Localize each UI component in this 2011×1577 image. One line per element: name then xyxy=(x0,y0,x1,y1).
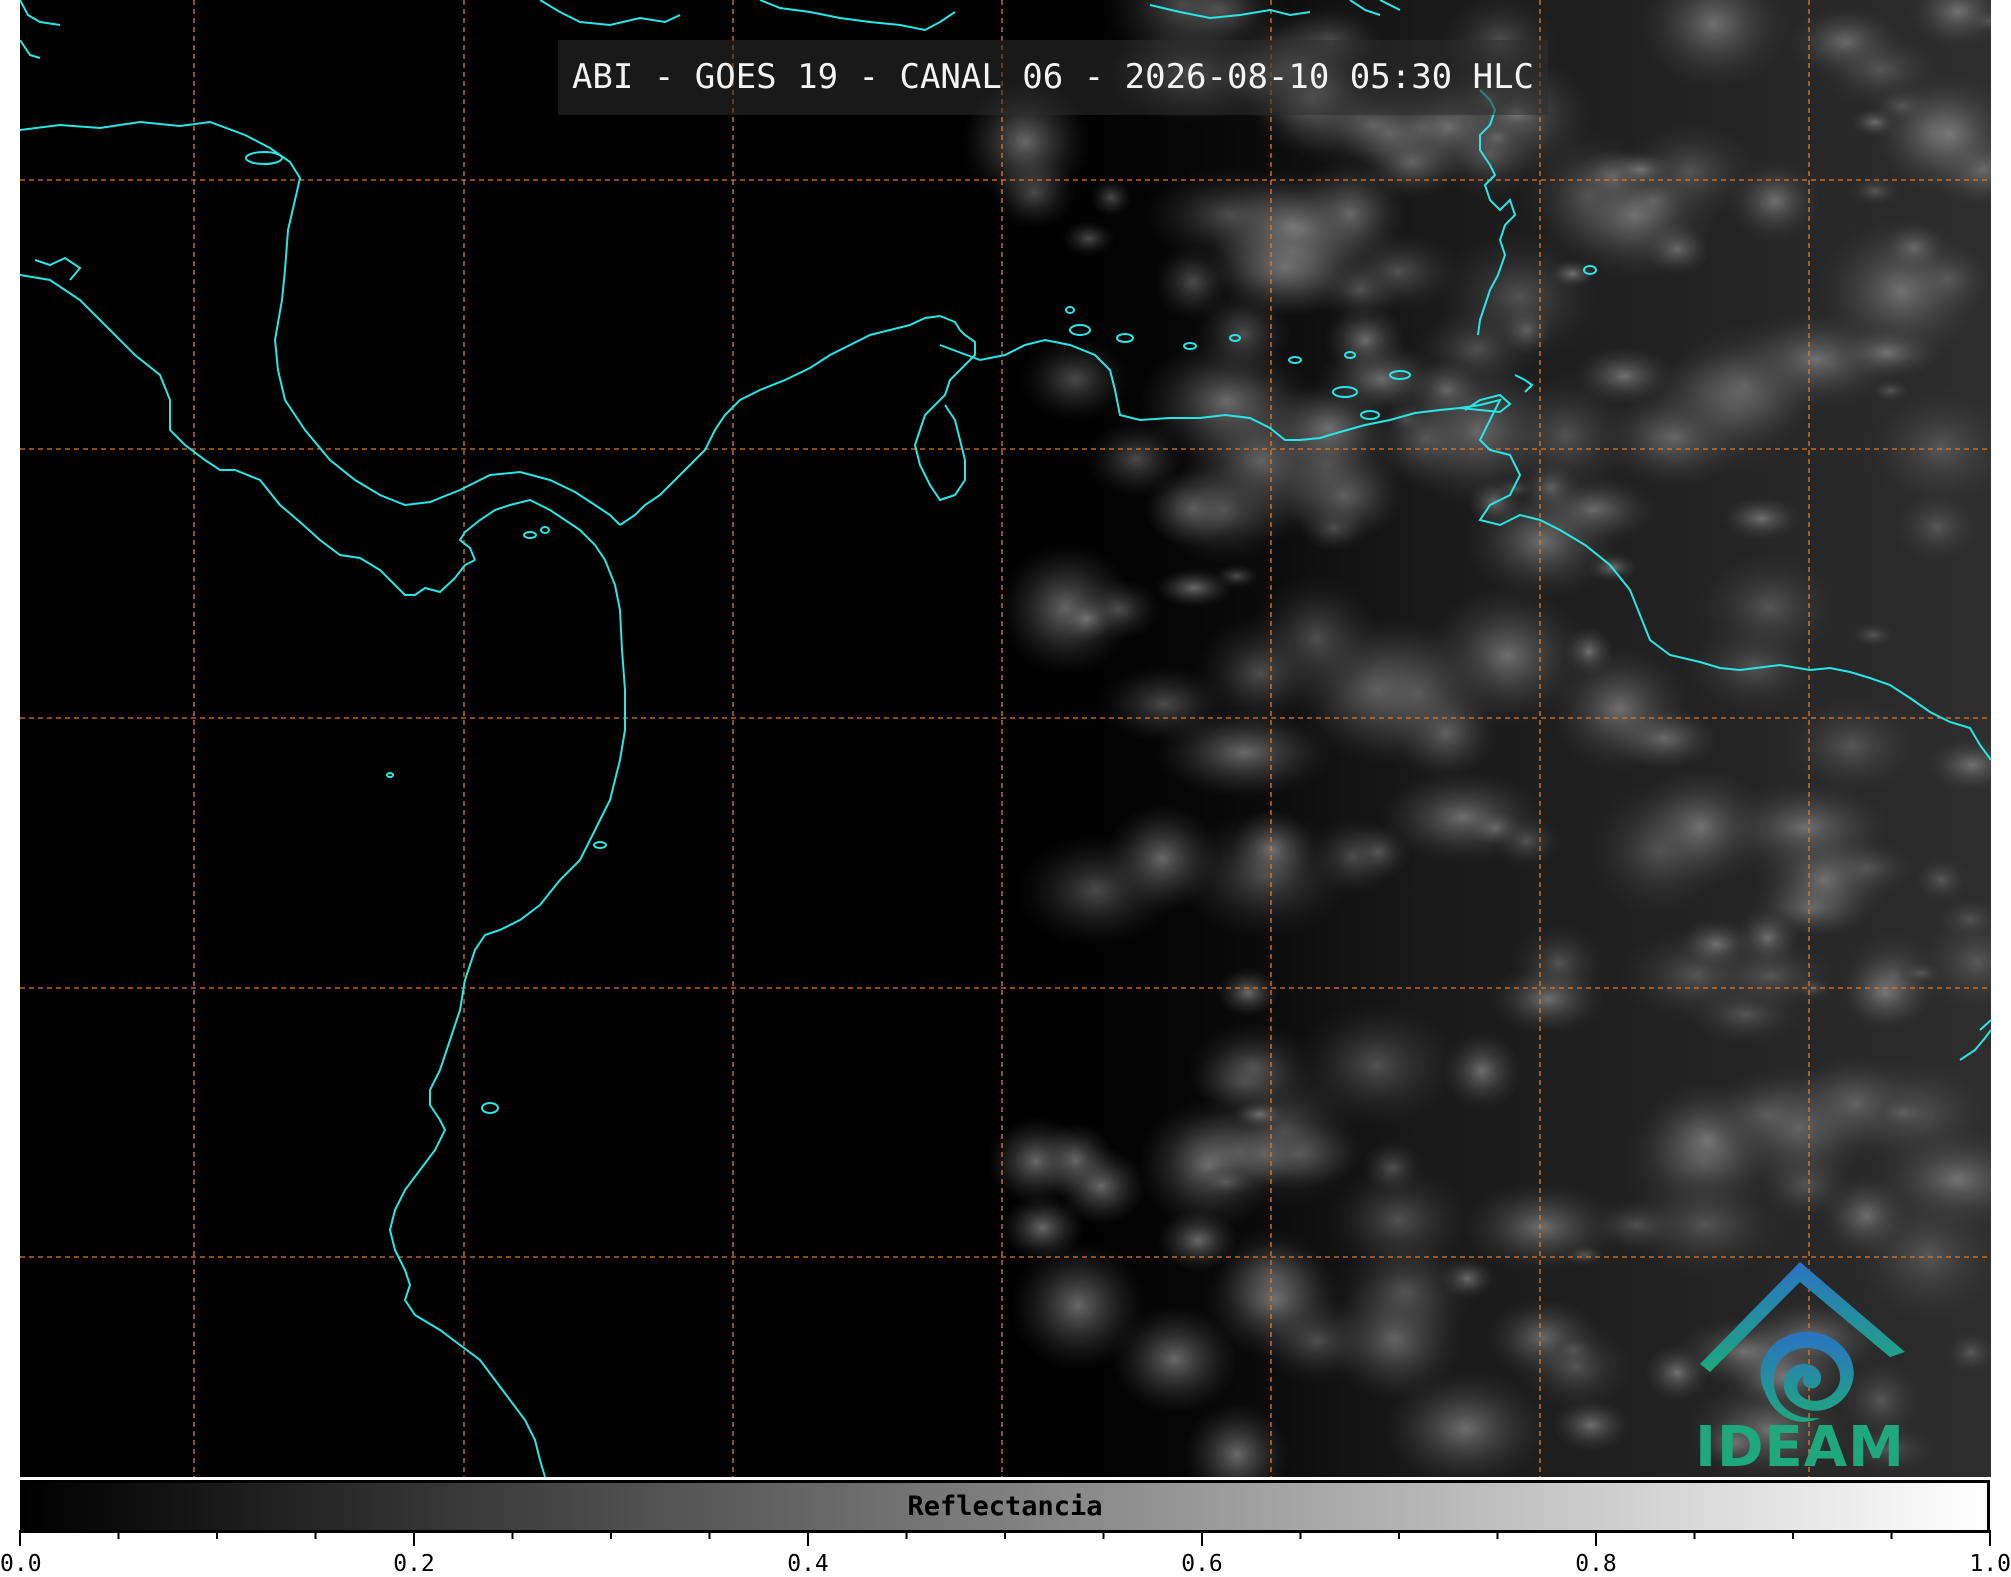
cloud-patch xyxy=(1195,616,1326,731)
cloud-patch xyxy=(1000,1194,1085,1261)
spiral-mark-icon xyxy=(1760,1331,1854,1422)
colorbar-tick-label: 1.0 xyxy=(1969,1551,2011,1577)
colorbar-tick-label: 0.2 xyxy=(393,1551,435,1577)
cloud-patch xyxy=(1360,1139,1425,1197)
cloud-patch xyxy=(1754,824,1894,935)
cloud-patch xyxy=(1361,386,1491,491)
cloud-patch xyxy=(1872,1093,1933,1132)
cloud-patch xyxy=(1211,168,1373,284)
cloud-patch xyxy=(1155,568,1233,608)
cloud-patch xyxy=(1205,1242,1345,1357)
cloud-patch xyxy=(1433,229,1605,366)
cloud-patch xyxy=(1889,486,1986,567)
cloud-patch xyxy=(1699,1068,1837,1162)
cloud-patch xyxy=(1229,809,1315,891)
cloud-patch xyxy=(1699,936,1842,1016)
cloud-patch xyxy=(1196,1165,1256,1198)
cloud-patch xyxy=(1020,337,1130,422)
colorbar-tick-label: 0.8 xyxy=(1575,1551,1617,1577)
cloud-patch xyxy=(1847,174,1903,208)
cloud-patch xyxy=(1293,1001,1461,1130)
cloud-patch xyxy=(1549,645,1690,772)
cloud-patch xyxy=(1833,325,1941,380)
cloud-patch xyxy=(1090,178,1133,217)
colorbar-tick-label: 0.0 xyxy=(0,1551,42,1577)
colorbar: Reflectancia xyxy=(20,1480,1990,1533)
cloud-patch xyxy=(1104,804,1220,913)
colorbar-label: Reflectancia xyxy=(907,1491,1103,1522)
colorbar-tick-label: 0.4 xyxy=(787,1551,829,1577)
cloud-patch xyxy=(1491,813,1562,869)
cloud-patch xyxy=(1848,621,1899,649)
colorbar-ticks xyxy=(19,1530,1991,1546)
cloud-patch xyxy=(1061,220,1116,257)
cloud-patch xyxy=(1573,345,1676,406)
cloud-patch xyxy=(1517,1321,1634,1412)
cloud-patch xyxy=(1728,158,1822,243)
title-banner: ABI - GOES 19 - CANAL 06 - 2026-08-10 05… xyxy=(558,40,1548,115)
cloud-patch xyxy=(1332,619,1505,769)
cloud-patch xyxy=(1562,1243,1607,1267)
cloud-patch xyxy=(1489,963,1606,1035)
cloud-patch xyxy=(1058,596,1115,642)
cloud-patch xyxy=(1010,1240,1146,1371)
cloud-patch xyxy=(1153,243,1233,321)
colorbar-tick-label: 0.6 xyxy=(1181,1551,1223,1577)
map-title: ABI - GOES 19 - CANAL 06 - 2026-08-10 05… xyxy=(571,57,1535,97)
satellite-map: ABI - GOES 19 - CANAL 06 - 2026-08-10 05… xyxy=(20,0,1991,1477)
cloud-patch xyxy=(1631,766,1770,888)
cloud-patch xyxy=(1345,823,1412,881)
cloud-patch xyxy=(1720,495,1802,542)
mountain-mark-icon xyxy=(1700,1262,1905,1372)
cloud-patch xyxy=(1605,150,1676,190)
cloud-patch xyxy=(1693,548,1846,666)
cloud-patch xyxy=(1232,1100,1288,1129)
logo-wordmark: IDEAM xyxy=(1695,1415,1905,1477)
cloud-patch xyxy=(1217,968,1280,1017)
cloud-patch xyxy=(1464,482,1621,600)
cloud-patch xyxy=(1334,1231,1476,1352)
